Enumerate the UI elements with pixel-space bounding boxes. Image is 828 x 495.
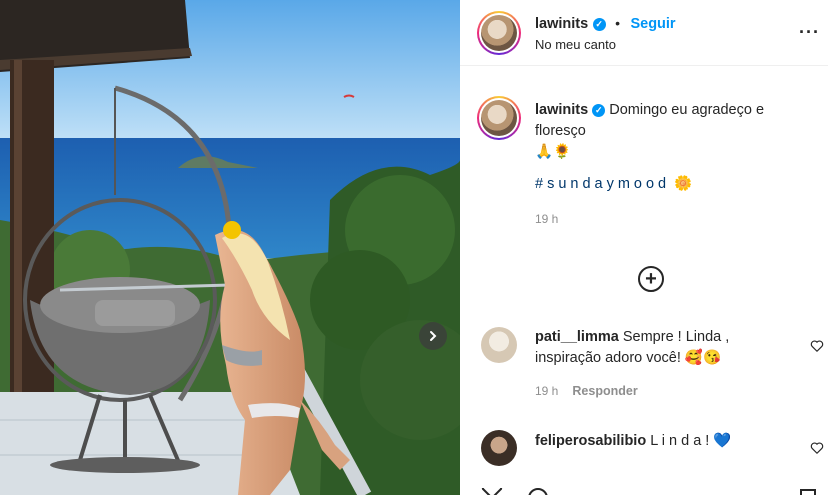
comment-icon[interactable] bbox=[526, 488, 550, 495]
more-options-icon[interactable]: ··· bbox=[799, 22, 820, 43]
post-caption: lawinits ✓ Domingo eu agradeço e floresç… bbox=[535, 100, 815, 230]
author-username[interactable]: lawinits bbox=[535, 16, 588, 32]
plus-icon: + bbox=[645, 268, 657, 290]
verified-badge-icon: ✓ bbox=[592, 18, 606, 31]
hashtag-emoji: 🌼 bbox=[674, 176, 693, 192]
save-bookmark-icon[interactable] bbox=[798, 488, 818, 495]
post-header: lawinits ✓ • Seguir No meu canto ··· bbox=[460, 0, 828, 66]
comment-text: L i n d a ! 💙 bbox=[650, 433, 732, 449]
hashtag-link[interactable]: #sundaymood bbox=[535, 176, 670, 192]
comment-item: feliperosabilibio L i n d a ! 💙 bbox=[535, 431, 790, 452]
comment-username[interactable]: feliperosabilibio bbox=[535, 433, 646, 449]
post-photo[interactable] bbox=[0, 0, 460, 495]
next-image-button[interactable] bbox=[419, 322, 447, 350]
caption-author-avatar[interactable] bbox=[477, 96, 521, 140]
follow-button[interactable]: Seguir bbox=[630, 16, 675, 32]
separator: • bbox=[615, 15, 620, 31]
comment-timestamp[interactable]: 19 h bbox=[535, 384, 558, 398]
post-side-panel: lawinits ✓ • Seguir No meu canto ··· law… bbox=[460, 0, 828, 495]
commenter-avatar[interactable] bbox=[481, 430, 517, 466]
comment-item: pati__limma Sempre ! Linda , inspiração … bbox=[535, 327, 790, 402]
like-comment-heart-icon[interactable] bbox=[810, 339, 824, 353]
reply-button[interactable]: Responder bbox=[572, 384, 637, 398]
chevron-right-icon bbox=[430, 331, 437, 341]
post-location[interactable]: No meu canto bbox=[535, 37, 616, 52]
caption-timestamp[interactable]: 19 h bbox=[535, 209, 815, 230]
comment-username[interactable]: pati__limma bbox=[535, 329, 619, 345]
caption-emojis: 🙏🌻 bbox=[535, 144, 572, 160]
load-more-comments-button[interactable]: + bbox=[638, 266, 664, 292]
commenter-avatar[interactable] bbox=[481, 327, 517, 363]
like-post-heart-icon[interactable] bbox=[480, 488, 504, 495]
verified-badge-icon: ✓ bbox=[592, 104, 606, 117]
header-title-row: lawinits ✓ • Seguir bbox=[535, 15, 676, 33]
photo-scene bbox=[0, 0, 460, 495]
like-comment-heart-icon[interactable] bbox=[810, 441, 824, 455]
author-avatar[interactable] bbox=[477, 11, 521, 55]
caption-username[interactable]: lawinits bbox=[535, 102, 588, 118]
